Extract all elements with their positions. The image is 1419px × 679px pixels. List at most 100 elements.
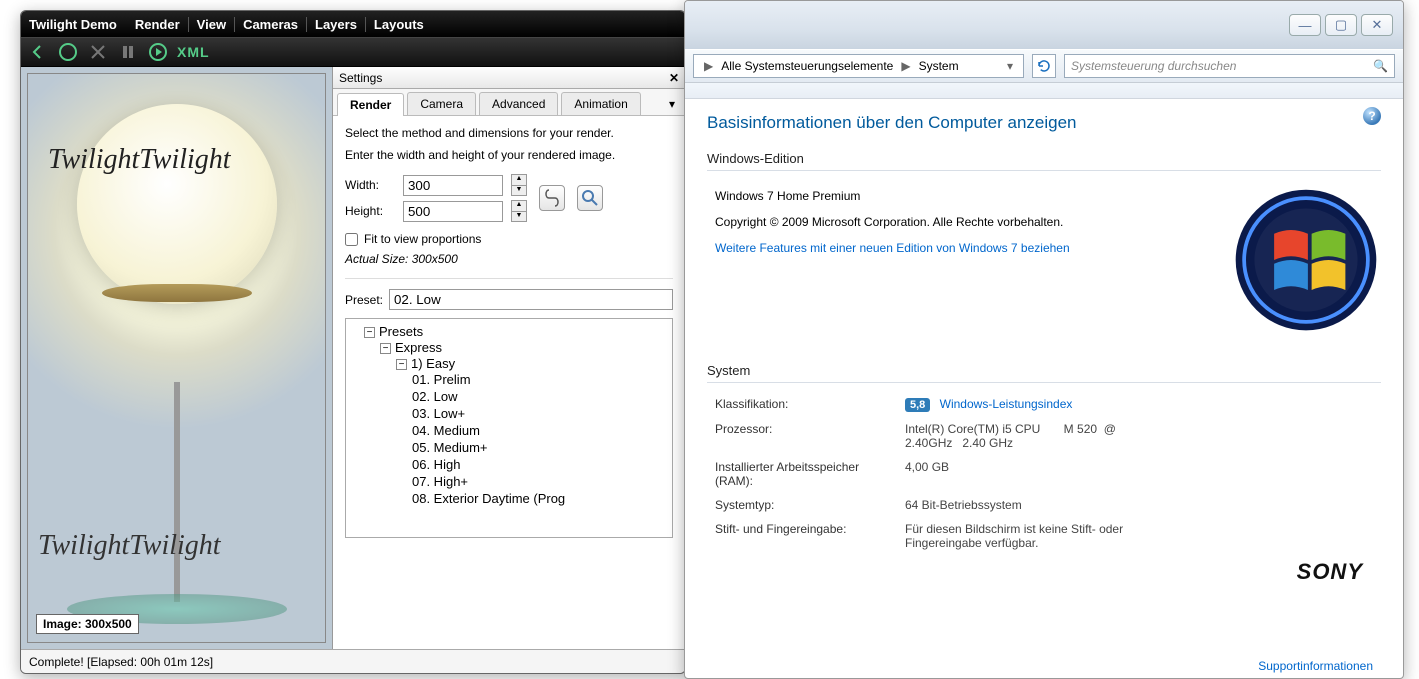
- pen-value: Für diesen Bildschirm ist keine Stift- o…: [905, 522, 1165, 550]
- render-preview[interactable]: TwilightTwilight TwilightTwilight Image:…: [27, 73, 326, 643]
- height-label: Height:: [345, 204, 395, 218]
- height-input[interactable]: [403, 201, 503, 222]
- toggle-icon[interactable]: −: [364, 327, 375, 338]
- lamp-rim: [102, 284, 252, 302]
- width-input[interactable]: [403, 175, 503, 196]
- cpu-value: Intel(R) Core(TM) i5 CPU M 520 @ 2.40GHz…: [905, 422, 1165, 450]
- windows-logo-icon: [1231, 185, 1381, 335]
- toggle-icon[interactable]: −: [380, 343, 391, 354]
- actual-size-label: Actual Size: 300x500: [345, 252, 673, 266]
- menu-layers[interactable]: Layers: [306, 17, 365, 32]
- help-icon[interactable]: ?: [1363, 107, 1381, 125]
- lamp-stem: [174, 382, 180, 602]
- rating-badge: 5,8: [905, 398, 930, 412]
- type-value: 64 Bit-Betriebssystem: [905, 498, 1381, 512]
- menu-view[interactable]: View: [188, 17, 234, 32]
- cpu-label: Prozessor:: [715, 422, 895, 450]
- page-title: Basisinformationen über den Computer anz…: [707, 113, 1381, 133]
- rating-link[interactable]: Windows-Leistungsindex: [940, 397, 1073, 411]
- width-spinner[interactable]: ▲▼: [511, 174, 527, 196]
- window-titlebar[interactable]: — ▢ ✕: [685, 1, 1403, 49]
- preset-item[interactable]: 05. Medium+: [412, 439, 670, 456]
- preset-item[interactable]: 08. Exterior Daytime (Prog: [412, 490, 670, 507]
- app-title: Twilight Demo: [29, 17, 117, 32]
- crumb-level1[interactable]: Alle Systemsteuerungselemente: [717, 59, 897, 73]
- render-icon[interactable]: [57, 41, 79, 63]
- tab-overflow-icon[interactable]: ▾: [663, 95, 681, 113]
- fit-proportions-checkbox[interactable]: [345, 233, 358, 246]
- breadcrumb-sep-icon[interactable]: ▶: [897, 59, 914, 73]
- settings-tabs: Render Camera Advanced Animation ▾: [333, 89, 685, 116]
- breadcrumb-sep-icon[interactable]: ▶: [700, 59, 717, 73]
- tab-animation[interactable]: Animation: [561, 92, 640, 115]
- preview-pane: TwilightTwilight TwilightTwilight Image:…: [21, 67, 333, 649]
- section-system-title: System: [707, 363, 1381, 378]
- fit-proportions-label: Fit to view proportions: [364, 232, 481, 246]
- preset-label: Preset:: [345, 293, 383, 307]
- twilight-titlebar[interactable]: Twilight Demo Render View Cameras Layers…: [21, 11, 685, 37]
- rating-label: Klassifikation:: [715, 397, 895, 412]
- cancel-icon[interactable]: [87, 41, 109, 63]
- status-bar: Complete! [Elapsed: 00h 01m 12s]: [21, 649, 685, 673]
- status-text: Complete! [Elapsed: 00h 01m 12s]: [29, 655, 213, 669]
- desc-line1: Select the method and dimensions for you…: [345, 126, 673, 140]
- menu-render[interactable]: Render: [127, 17, 188, 32]
- image-size-label: Image: 300x500: [36, 614, 139, 634]
- width-label: Width:: [345, 178, 395, 192]
- tab-advanced[interactable]: Advanced: [479, 92, 558, 115]
- search-input[interactable]: Systemsteuerung durchsuchen 🔍: [1064, 54, 1395, 78]
- close-icon[interactable]: ✕: [669, 71, 679, 85]
- tab-render[interactable]: Render: [337, 93, 404, 116]
- minimize-button[interactable]: —: [1289, 14, 1321, 36]
- zoom-icon[interactable]: [577, 185, 603, 211]
- toggle-icon[interactable]: −: [396, 359, 407, 370]
- features-link[interactable]: Weitere Features mit einer neuen Edition…: [715, 241, 1070, 255]
- system-window: — ▢ ✕ ▶ Alle Systemsteuerungselemente ▶ …: [684, 0, 1404, 679]
- pause-icon[interactable]: [117, 41, 139, 63]
- command-bar: [685, 83, 1403, 99]
- menu-bar: Render View Cameras Layers Layouts: [127, 17, 432, 32]
- breadcrumb[interactable]: ▶ Alle Systemsteuerungselemente ▶ System…: [693, 54, 1024, 78]
- support-link[interactable]: Supportinformationen: [1258, 659, 1373, 673]
- desc-line2: Enter the width and height of your rende…: [345, 148, 673, 162]
- close-button[interactable]: ✕: [1361, 14, 1393, 36]
- twilight-window: Twilight Demo Render View Cameras Layers…: [20, 10, 686, 674]
- crumb-level2[interactable]: System: [915, 59, 963, 73]
- search-icon[interactable]: 🔍: [1373, 59, 1388, 73]
- brand-logo: SONY: [1297, 559, 1363, 585]
- back-icon[interactable]: [27, 41, 49, 63]
- xml-button[interactable]: XML: [177, 44, 210, 60]
- maximize-button[interactable]: ▢: [1325, 14, 1357, 36]
- menu-layouts[interactable]: Layouts: [365, 17, 432, 32]
- refresh-button[interactable]: [1032, 54, 1056, 78]
- preset-tree[interactable]: −Presets −Express −1) Easy 01. Prelim 02…: [345, 318, 673, 538]
- copyright-text: Copyright © 2009 Microsoft Corporation. …: [715, 215, 1070, 229]
- chevron-down-icon[interactable]: ▾: [1003, 59, 1017, 73]
- preset-item[interactable]: 01. Prelim: [412, 371, 670, 388]
- watermark-bottom: TwilightTwilight: [38, 530, 221, 562]
- preset-item[interactable]: 03. Low+: [412, 405, 670, 422]
- preset-item[interactable]: 07. High+: [412, 473, 670, 490]
- settings-pane: Settings ✕ Render Camera Advanced Animat…: [333, 67, 685, 649]
- menu-cameras[interactable]: Cameras: [234, 17, 306, 32]
- edition-name: Windows 7 Home Premium: [715, 189, 1070, 203]
- type-label: Systemtyp:: [715, 498, 895, 512]
- preset-item[interactable]: 04. Medium: [412, 422, 670, 439]
- pen-label: Stift- und Fingereingabe:: [715, 522, 895, 550]
- tree-easy: −1) Easy 01. Prelim 02. Low 03. Low+ 04.…: [396, 355, 670, 508]
- ram-label: Installierter Arbeitsspeicher (RAM):: [715, 460, 895, 488]
- preset-input[interactable]: [389, 289, 673, 310]
- twilight-toolbar: XML: [21, 37, 685, 67]
- tab-camera[interactable]: Camera: [407, 92, 476, 115]
- settings-title: Settings: [339, 71, 382, 85]
- link-dimensions-icon[interactable]: [539, 185, 565, 211]
- preset-item[interactable]: 06. High: [412, 456, 670, 473]
- preset-item[interactable]: 02. Low: [412, 388, 670, 405]
- height-spinner[interactable]: ▲▼: [511, 200, 527, 222]
- lamp-orb: [77, 104, 277, 304]
- watermark-top: TwilightTwilight: [48, 144, 231, 176]
- play-icon[interactable]: [147, 41, 169, 63]
- ram-value: 4,00 GB: [905, 460, 1381, 488]
- address-bar-row: ▶ Alle Systemsteuerungselemente ▶ System…: [685, 49, 1403, 83]
- system-body: ? Basisinformationen über den Computer a…: [685, 99, 1403, 678]
